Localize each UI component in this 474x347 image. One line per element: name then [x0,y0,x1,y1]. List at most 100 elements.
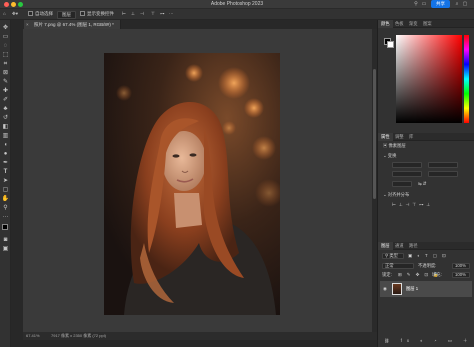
document-tab-label: 照片 7.png @ 67.4% (图层 1, RGB/8#) * [34,22,114,27]
hue-slider[interactable] [464,35,469,123]
screen-mode-icon[interactable]: ▣ [1,245,10,253]
layers-panel-tabs: 图层 通道 路径 [378,242,474,250]
type-tool-icon[interactable]: T [1,168,10,176]
brush-tool-icon[interactable]: ✐ [1,96,10,104]
pen-tool-icon[interactable]: ✒ [1,159,10,167]
more-options-icon[interactable]: ··· [169,11,174,17]
hand-tool-icon[interactable]: ✋ [1,195,10,203]
tab-adjustments[interactable]: 调整 [392,133,407,141]
lock-label: 锁定: [382,272,392,277]
background-color-swatch[interactable] [387,41,394,48]
auto-select-checkbox[interactable]: 自动选择 [28,11,53,17]
align-right-icon[interactable]: ⊣ [140,11,144,17]
layer-name[interactable]: 图层 1 [406,286,418,292]
tab-gradients[interactable]: 渐变 [406,20,421,28]
tools-panel: ✥ ▭ ◌ ⬚ ⌗ ⊠ ✎ ✚ ✐ ♣ ↺ ◧ ▥ ◖ ● ✒ T ➤ ▢ ✋ … [0,20,11,347]
color-panel-tabs: 颜色 色板 渐变 图案 [378,20,474,28]
tab-swatches[interactable]: 色板 [392,20,407,28]
share-button[interactable]: 共享 [431,0,450,8]
search-icon[interactable]: ⚲ [413,1,419,7]
layer-filter-icons[interactable]: ▣ ◐ T ▢ ⊡ [408,253,448,259]
move-tool-preset-icon[interactable]: ✥▾ [12,11,18,17]
gradient-tool-icon[interactable]: ▥ [1,132,10,140]
show-transform-checkbox[interactable]: 显示变换控件 [80,11,114,17]
align-top-icon[interactable]: ⊤ [151,11,155,17]
window-title: Adobe Photoshop 2023 [210,1,264,7]
dodge-tool-icon[interactable]: ● [1,150,10,158]
properties-panel-tabs: 属性 调整 库 [378,133,474,141]
show-transform-label: 显示变换控件 [87,11,114,16]
quick-mask-icon[interactable]: ◙ [1,236,10,244]
tab-patterns[interactable]: 图案 [420,20,435,28]
layer-thumbnail [392,283,402,295]
blur-tool-icon[interactable]: ◖ [1,141,10,149]
path-selection-tool-icon[interactable]: ➤ [1,177,10,185]
align-left-icon[interactable]: ⊢ [122,11,126,17]
transform-section-label: ⌄ 变换 [383,153,397,158]
move-tool-icon[interactable]: ✥ [1,24,10,32]
foreground-color-swatch[interactable] [2,224,8,230]
lasso-tool-icon[interactable]: ◌ [1,42,10,50]
eraser-tool-icon[interactable]: ◧ [1,123,10,131]
angle-field[interactable] [392,181,412,187]
close-tab-icon[interactable]: × [26,20,29,29]
align-middle-icon[interactable]: ⊶ [160,11,165,17]
crop-tool-icon[interactable]: ⌗ [1,60,10,68]
opacity-value: 100% [455,263,466,268]
layer-row[interactable]: ◉ 图层 1 [380,281,472,297]
tab-layers[interactable]: 图层 [378,242,393,250]
home-icon[interactable]: ⌂ [3,11,6,17]
eyedropper-tool-icon[interactable]: ✎ [1,78,10,86]
spot-healing-tool-icon[interactable]: ✚ [1,87,10,95]
clone-stamp-tool-icon[interactable]: ♣ [1,105,10,113]
blend-mode-value: 正常 [385,263,394,268]
portrait-photo [104,53,280,315]
visibility-eye-icon[interactable]: ◉ [383,286,387,292]
auto-select-dropdown[interactable]: 图层 [57,11,76,19]
zoom-status[interactable]: 67.41% [26,332,40,340]
layer-kind-label: ⚲ 类型 [385,253,398,258]
color-picker-field[interactable] [396,35,462,123]
align-section-label: ⌄ 对齐并分布 [383,192,410,197]
fill-field[interactable]: 100% [452,272,470,278]
tab-color[interactable]: 颜色 [378,20,393,28]
fill-value: 100% [455,272,466,277]
blend-mode-dropdown[interactable]: 正常 [382,263,414,269]
title-bar: Adobe Photoshop 2023 ⚲ ▭ 共享 ⌕ ▢ [0,0,474,9]
auto-select-label: 自动选择 [35,11,53,16]
y-position-field[interactable] [428,171,458,177]
width-field[interactable] [392,162,422,168]
tab-properties[interactable]: 属性 [378,133,393,141]
history-brush-tool-icon[interactable]: ↺ [1,114,10,122]
tab-paths[interactable]: 路径 [406,242,421,250]
align-center-icon[interactable]: ⊥ [131,11,135,17]
rectangle-tool-icon[interactable]: ▢ [1,186,10,194]
auto-select-mode: 图层 [57,11,76,19]
tab-channels[interactable]: 通道 [392,242,407,250]
height-field[interactable] [392,171,422,177]
layer-kind-filter[interactable]: ⚲ 类型 [382,253,404,259]
workspace-icon[interactable]: ▭ [421,1,427,7]
align-buttons[interactable]: ⊢⊥⊣⊤⊶⊥ [392,202,433,208]
object-selection-tool-icon[interactable]: ⬚ [1,51,10,59]
flip-icons[interactable]: ⇋ ⇵ [418,181,426,187]
fill-label: 填充: [432,272,442,277]
opacity-label: 不透明度: [418,263,437,268]
tab-libraries[interactable]: 库 [406,133,416,141]
canvas-image[interactable] [104,53,280,315]
right-panels: 颜色 色板 渐变 图案 属性 调整 库 ▣ 像素图层 ⌄ 变换 ⇋ ⇵ ⌄ 对齐… [377,20,474,347]
options-bar: ⌂ ✥▾ 自动选择 图层 显示变换控件 ⊢ ⊥ ⊣ ⊤ ⊶ ··· [0,9,474,20]
pixel-layer-label: ▣ 像素图层 [383,143,406,148]
document-size-status: 7917 像素 x 2350 像素 (72 ppi) [51,333,106,338]
opacity-field[interactable]: 100% [452,263,470,269]
scrollbar-thumb[interactable] [373,69,376,199]
artboard-tool-icon[interactable]: ▭ [1,33,10,41]
frame-tool-icon[interactable]: ⊠ [1,69,10,77]
edit-toolbar-icon[interactable]: ··· [1,213,10,221]
layers-panel-footer-icons[interactable]: ⛓ fx ◐ ◔ ▭ ＋ 🗑 [384,338,474,344]
document-tab[interactable]: × 照片 7.png @ 67.4% (图层 1, RGB/8#) * [24,20,121,29]
zoom-tool-icon[interactable]: ⚲ [1,204,10,212]
workspace-switcher-icon[interactable]: ▢ [462,1,468,7]
search-icon[interactable]: ⌕ [454,1,460,7]
x-position-field[interactable] [428,162,458,168]
